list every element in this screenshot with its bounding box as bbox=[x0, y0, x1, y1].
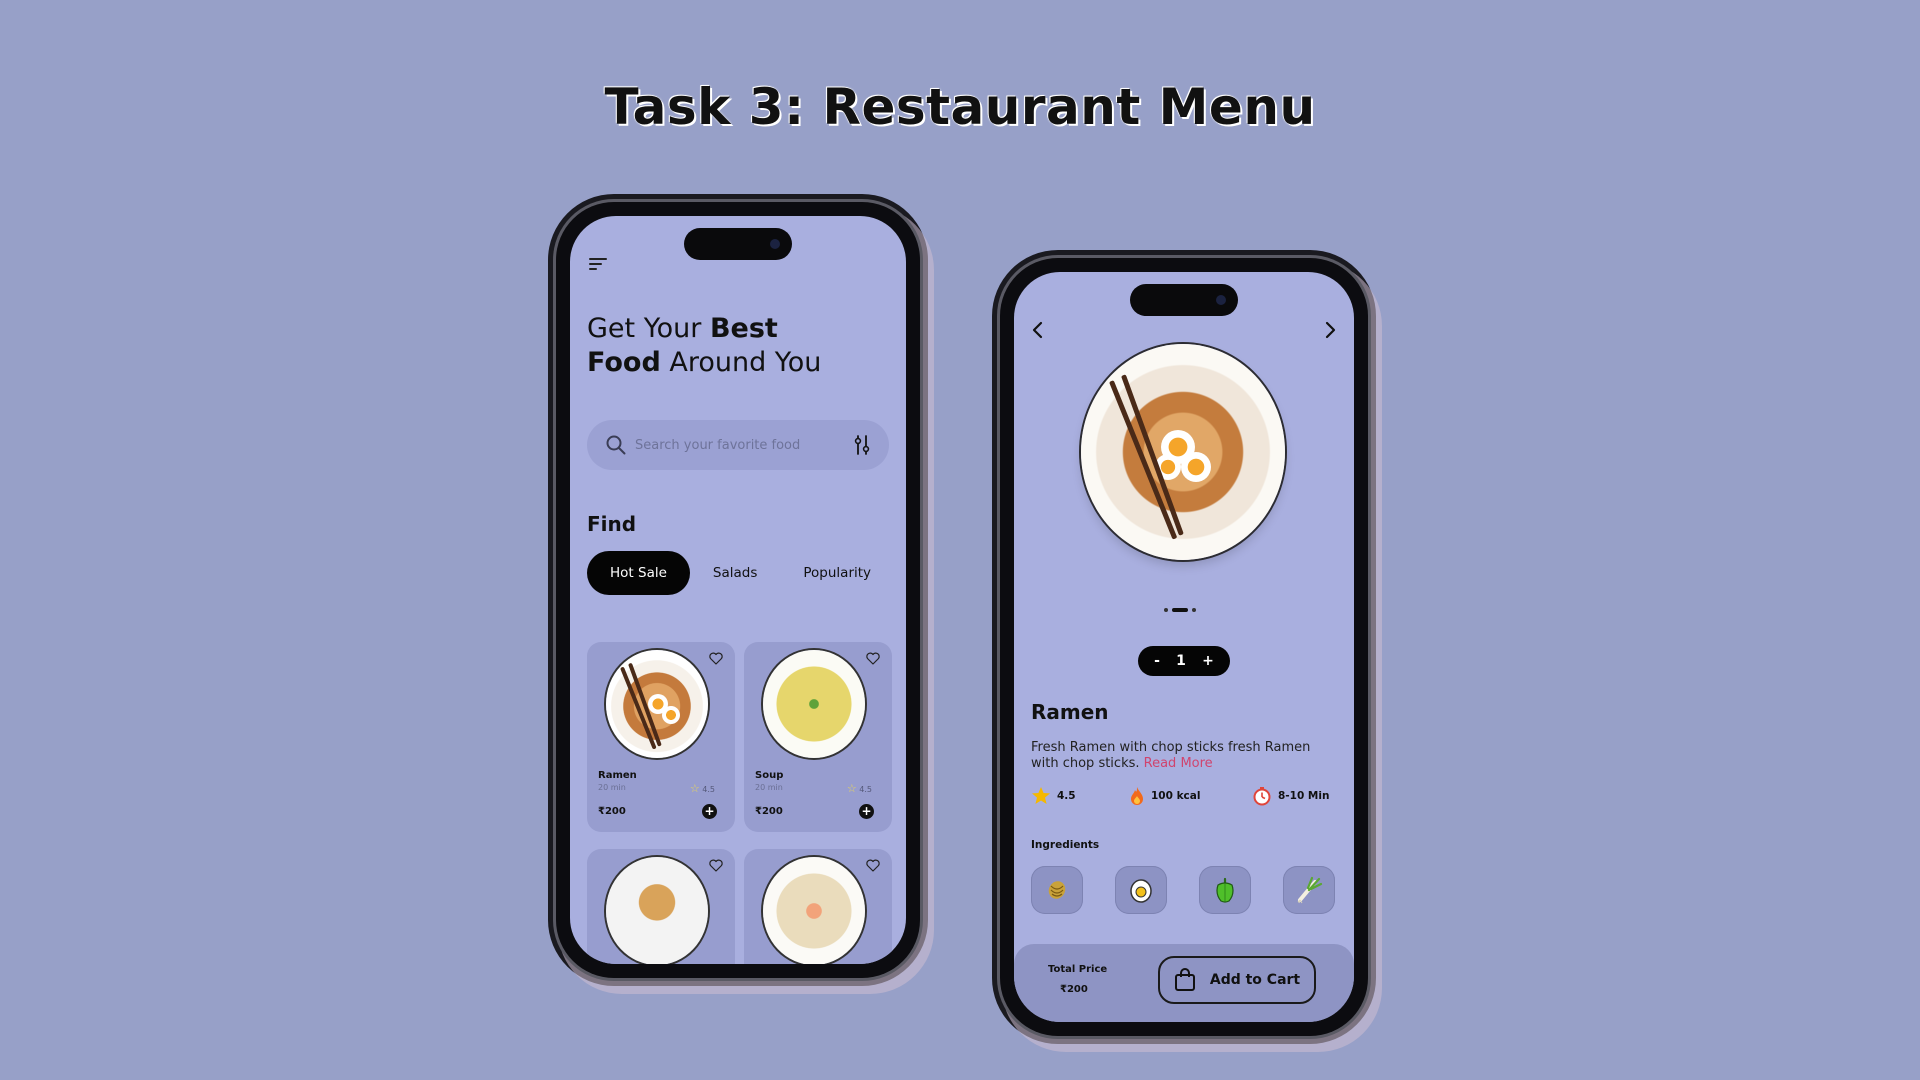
dynamic-island bbox=[1130, 284, 1238, 316]
total-price-label: Total Price bbox=[1048, 964, 1108, 975]
increase-button[interactable]: + bbox=[1202, 653, 1214, 669]
quantity-value: 1 bbox=[1176, 653, 1186, 669]
menu-icon[interactable] bbox=[589, 258, 607, 272]
add-to-cart-button[interactable]: Add to Cart bbox=[1158, 956, 1316, 1004]
stat-time: 8-10 Min bbox=[1252, 784, 1329, 808]
carousel-dot[interactable] bbox=[1192, 608, 1196, 612]
tab-hot-sale[interactable]: Hot Sale bbox=[587, 551, 690, 595]
decrease-button[interactable]: - bbox=[1154, 653, 1160, 669]
heading-bold-text: Food bbox=[587, 347, 661, 378]
star-icon bbox=[1032, 787, 1050, 804]
pasta-image bbox=[763, 857, 865, 964]
pepper-icon bbox=[1216, 877, 1234, 903]
timer-icon bbox=[1253, 787, 1271, 806]
quantity-stepper: - 1 + bbox=[1138, 646, 1230, 676]
dish-description: Fresh Ramen with chop sticks fresh Ramen… bbox=[1031, 740, 1331, 772]
heading-bold-text: Best bbox=[709, 313, 778, 344]
favorite-heart-icon[interactable] bbox=[866, 652, 880, 665]
noodles-icon bbox=[1048, 881, 1066, 899]
home-heading: Get Your Best Food Around You bbox=[587, 312, 821, 380]
add-to-cart-label: Add to Cart bbox=[1209, 972, 1301, 988]
food-card-pasta[interactable] bbox=[744, 849, 892, 964]
ingredient-scallion[interactable] bbox=[1283, 866, 1335, 914]
item-rating: ☆ 4.5 bbox=[690, 782, 715, 795]
add-item-button[interactable]: + bbox=[859, 804, 874, 819]
favorite-heart-icon[interactable] bbox=[709, 652, 723, 665]
carousel-dot-active[interactable] bbox=[1172, 608, 1188, 612]
search-input[interactable] bbox=[635, 433, 835, 457]
total-price-value: ₹200 bbox=[1060, 984, 1088, 995]
calories-value: 100 kcal bbox=[1151, 790, 1201, 802]
star-icon: ☆ bbox=[689, 782, 700, 795]
sandwich-image bbox=[606, 857, 708, 964]
heading-text: Get Your bbox=[587, 313, 710, 344]
favorite-heart-icon[interactable] bbox=[866, 859, 880, 872]
carousel-dot[interactable] bbox=[1164, 608, 1168, 612]
add-item-button[interactable]: + bbox=[702, 804, 717, 819]
stat-rating: 4.5 bbox=[1031, 784, 1076, 808]
food-card-ramen[interactable]: Ramen 20 min ☆ 4.5 ₹200 + bbox=[587, 642, 735, 832]
rating-value: 4.5 bbox=[1057, 790, 1076, 802]
read-more-link[interactable]: Read More bbox=[1144, 756, 1213, 771]
item-price: ₹200 bbox=[598, 806, 626, 817]
search-bar[interactable] bbox=[587, 420, 889, 470]
ingredient-noodles[interactable] bbox=[1031, 866, 1083, 914]
item-price: ₹200 bbox=[755, 806, 783, 817]
favorite-heart-icon[interactable] bbox=[709, 859, 723, 872]
tab-popularity[interactable]: Popularity bbox=[780, 551, 894, 595]
category-tabs: Hot Sale Salads Popularity bbox=[587, 551, 894, 595]
phone-detail: - 1 + Ramen Fresh Ramen with chop sticks… bbox=[1000, 258, 1368, 1036]
phone-home: Get Your Best Food Around You Find Hot S… bbox=[556, 202, 920, 978]
dynamic-island bbox=[684, 228, 792, 260]
forward-arrow-icon[interactable] bbox=[1320, 320, 1340, 340]
soup-image bbox=[763, 650, 865, 758]
page-title: Task 3: Restaurant Menu bbox=[604, 78, 1316, 136]
tab-salads[interactable]: Salads bbox=[690, 551, 780, 595]
rating-value: 4.5 bbox=[702, 785, 715, 794]
time-value: 8-10 Min bbox=[1278, 790, 1330, 802]
home-screen: Get Your Best Food Around You Find Hot S… bbox=[570, 216, 906, 964]
carousel-indicator bbox=[1164, 608, 1196, 612]
egg-icon bbox=[1130, 879, 1152, 903]
detail-screen: - 1 + Ramen Fresh Ramen with chop sticks… bbox=[1014, 272, 1354, 1022]
dish-name: Ramen bbox=[1031, 700, 1109, 724]
ingredient-egg[interactable] bbox=[1115, 866, 1167, 914]
item-time: 20 min bbox=[598, 783, 626, 792]
ramen-image bbox=[606, 650, 708, 758]
scallion-icon bbox=[1297, 876, 1323, 904]
back-arrow-icon[interactable] bbox=[1028, 320, 1048, 340]
filter-icon[interactable] bbox=[853, 435, 871, 455]
ingredients-heading: Ingredients bbox=[1031, 839, 1100, 851]
heading-text: Around You bbox=[660, 347, 822, 378]
item-time: 20 min bbox=[755, 783, 783, 792]
rating-value: 4.5 bbox=[859, 785, 872, 794]
item-name: Ramen bbox=[598, 770, 637, 781]
shopping-bag-icon bbox=[1174, 968, 1195, 991]
food-card-soup[interactable]: Soup 20 min ☆ 4.5 ₹200 + bbox=[744, 642, 892, 832]
search-icon bbox=[606, 435, 626, 455]
checkout-bar: Total Price ₹200 Add to Cart bbox=[1014, 944, 1354, 1022]
stat-calories: 100 kcal bbox=[1129, 784, 1200, 808]
dish-stats: 4.5 100 kcal 8-10 Min bbox=[1031, 784, 1341, 808]
star-icon: ☆ bbox=[846, 782, 857, 795]
flame-icon bbox=[1131, 787, 1143, 805]
ramen-hero-image bbox=[1081, 344, 1285, 560]
item-rating: ☆ 4.5 bbox=[847, 782, 872, 795]
item-name: Soup bbox=[755, 770, 784, 781]
ingredient-pepper[interactable] bbox=[1199, 866, 1251, 914]
food-card-sandwich[interactable] bbox=[587, 849, 735, 964]
find-heading: Find bbox=[587, 512, 637, 536]
